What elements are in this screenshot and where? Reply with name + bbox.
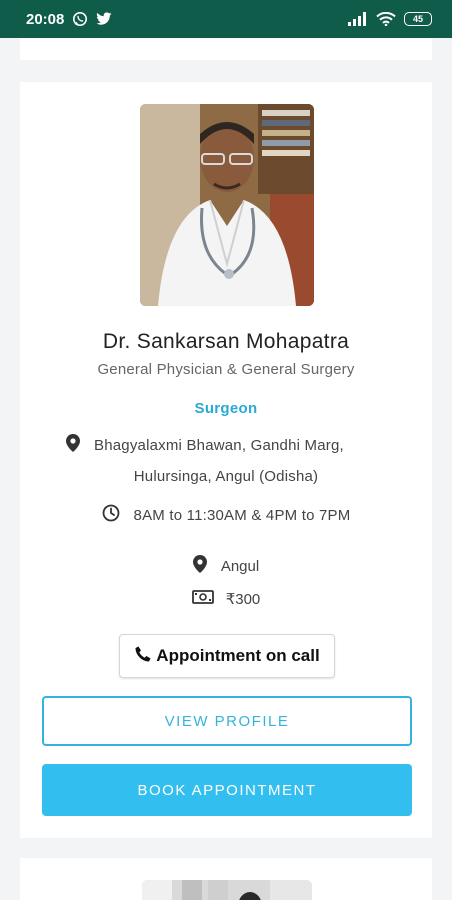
hours-row: 8AM to 11:30AM & 4PM to 7PM bbox=[20, 504, 432, 526]
city-text: Angul bbox=[220, 557, 260, 575]
fee-row: ₹300 bbox=[20, 590, 432, 608]
cash-icon bbox=[191, 590, 214, 608]
phone-icon bbox=[134, 645, 152, 668]
hours-text: 8AM to 11:30AM & 4PM to 7PM bbox=[133, 506, 351, 524]
doctor-role: Surgeon bbox=[194, 400, 258, 417]
doctor-photo[interactable] bbox=[140, 104, 314, 306]
address-row: Bhagyalaxmi Bhawan, Gandhi Marg, bbox=[66, 434, 344, 456]
wifi-icon bbox=[376, 12, 396, 26]
status-right: 45 bbox=[348, 12, 432, 26]
whatsapp-icon bbox=[72, 11, 88, 27]
previous-card-bottom bbox=[20, 38, 432, 60]
book-appointment-button[interactable]: BOOK APPOINTMENT bbox=[42, 764, 412, 816]
location-pin-icon bbox=[192, 555, 207, 577]
doctor-card: Dr. Sankarsan Mohapatra General Physicia… bbox=[20, 82, 432, 838]
battery-level: 45 bbox=[412, 14, 423, 24]
signal-icon bbox=[348, 12, 368, 26]
fee-text: ₹300 bbox=[225, 591, 261, 608]
status-left: 20:08 bbox=[26, 11, 112, 28]
next-doctor-photo[interactable] bbox=[142, 880, 312, 900]
call-button-label: Appointment on call bbox=[156, 646, 320, 665]
appointment-on-call-button[interactable]: Appointment on call bbox=[119, 634, 335, 678]
twitter-icon bbox=[96, 12, 112, 26]
status-time: 20:08 bbox=[26, 10, 65, 28]
doctor-name: Dr. Sankarsan Mohapatra bbox=[102, 330, 350, 353]
next-doctor-card bbox=[20, 858, 432, 900]
status-bar: 20:08 45 bbox=[0, 0, 452, 38]
city-row: Angul bbox=[20, 555, 432, 577]
doctor-specialty: General Physician & General Surgery bbox=[97, 361, 355, 378]
address-line-1: Bhagyalaxmi Bhawan, Gandhi Marg, bbox=[94, 436, 344, 454]
location-pin-icon bbox=[66, 434, 80, 456]
address-line-2: Hulursinga, Angul (Odisha) bbox=[133, 468, 319, 485]
clock-icon bbox=[102, 504, 120, 526]
view-profile-button[interactable]: VIEW PROFILE bbox=[42, 696, 412, 746]
battery-icon: 45 bbox=[404, 12, 432, 26]
